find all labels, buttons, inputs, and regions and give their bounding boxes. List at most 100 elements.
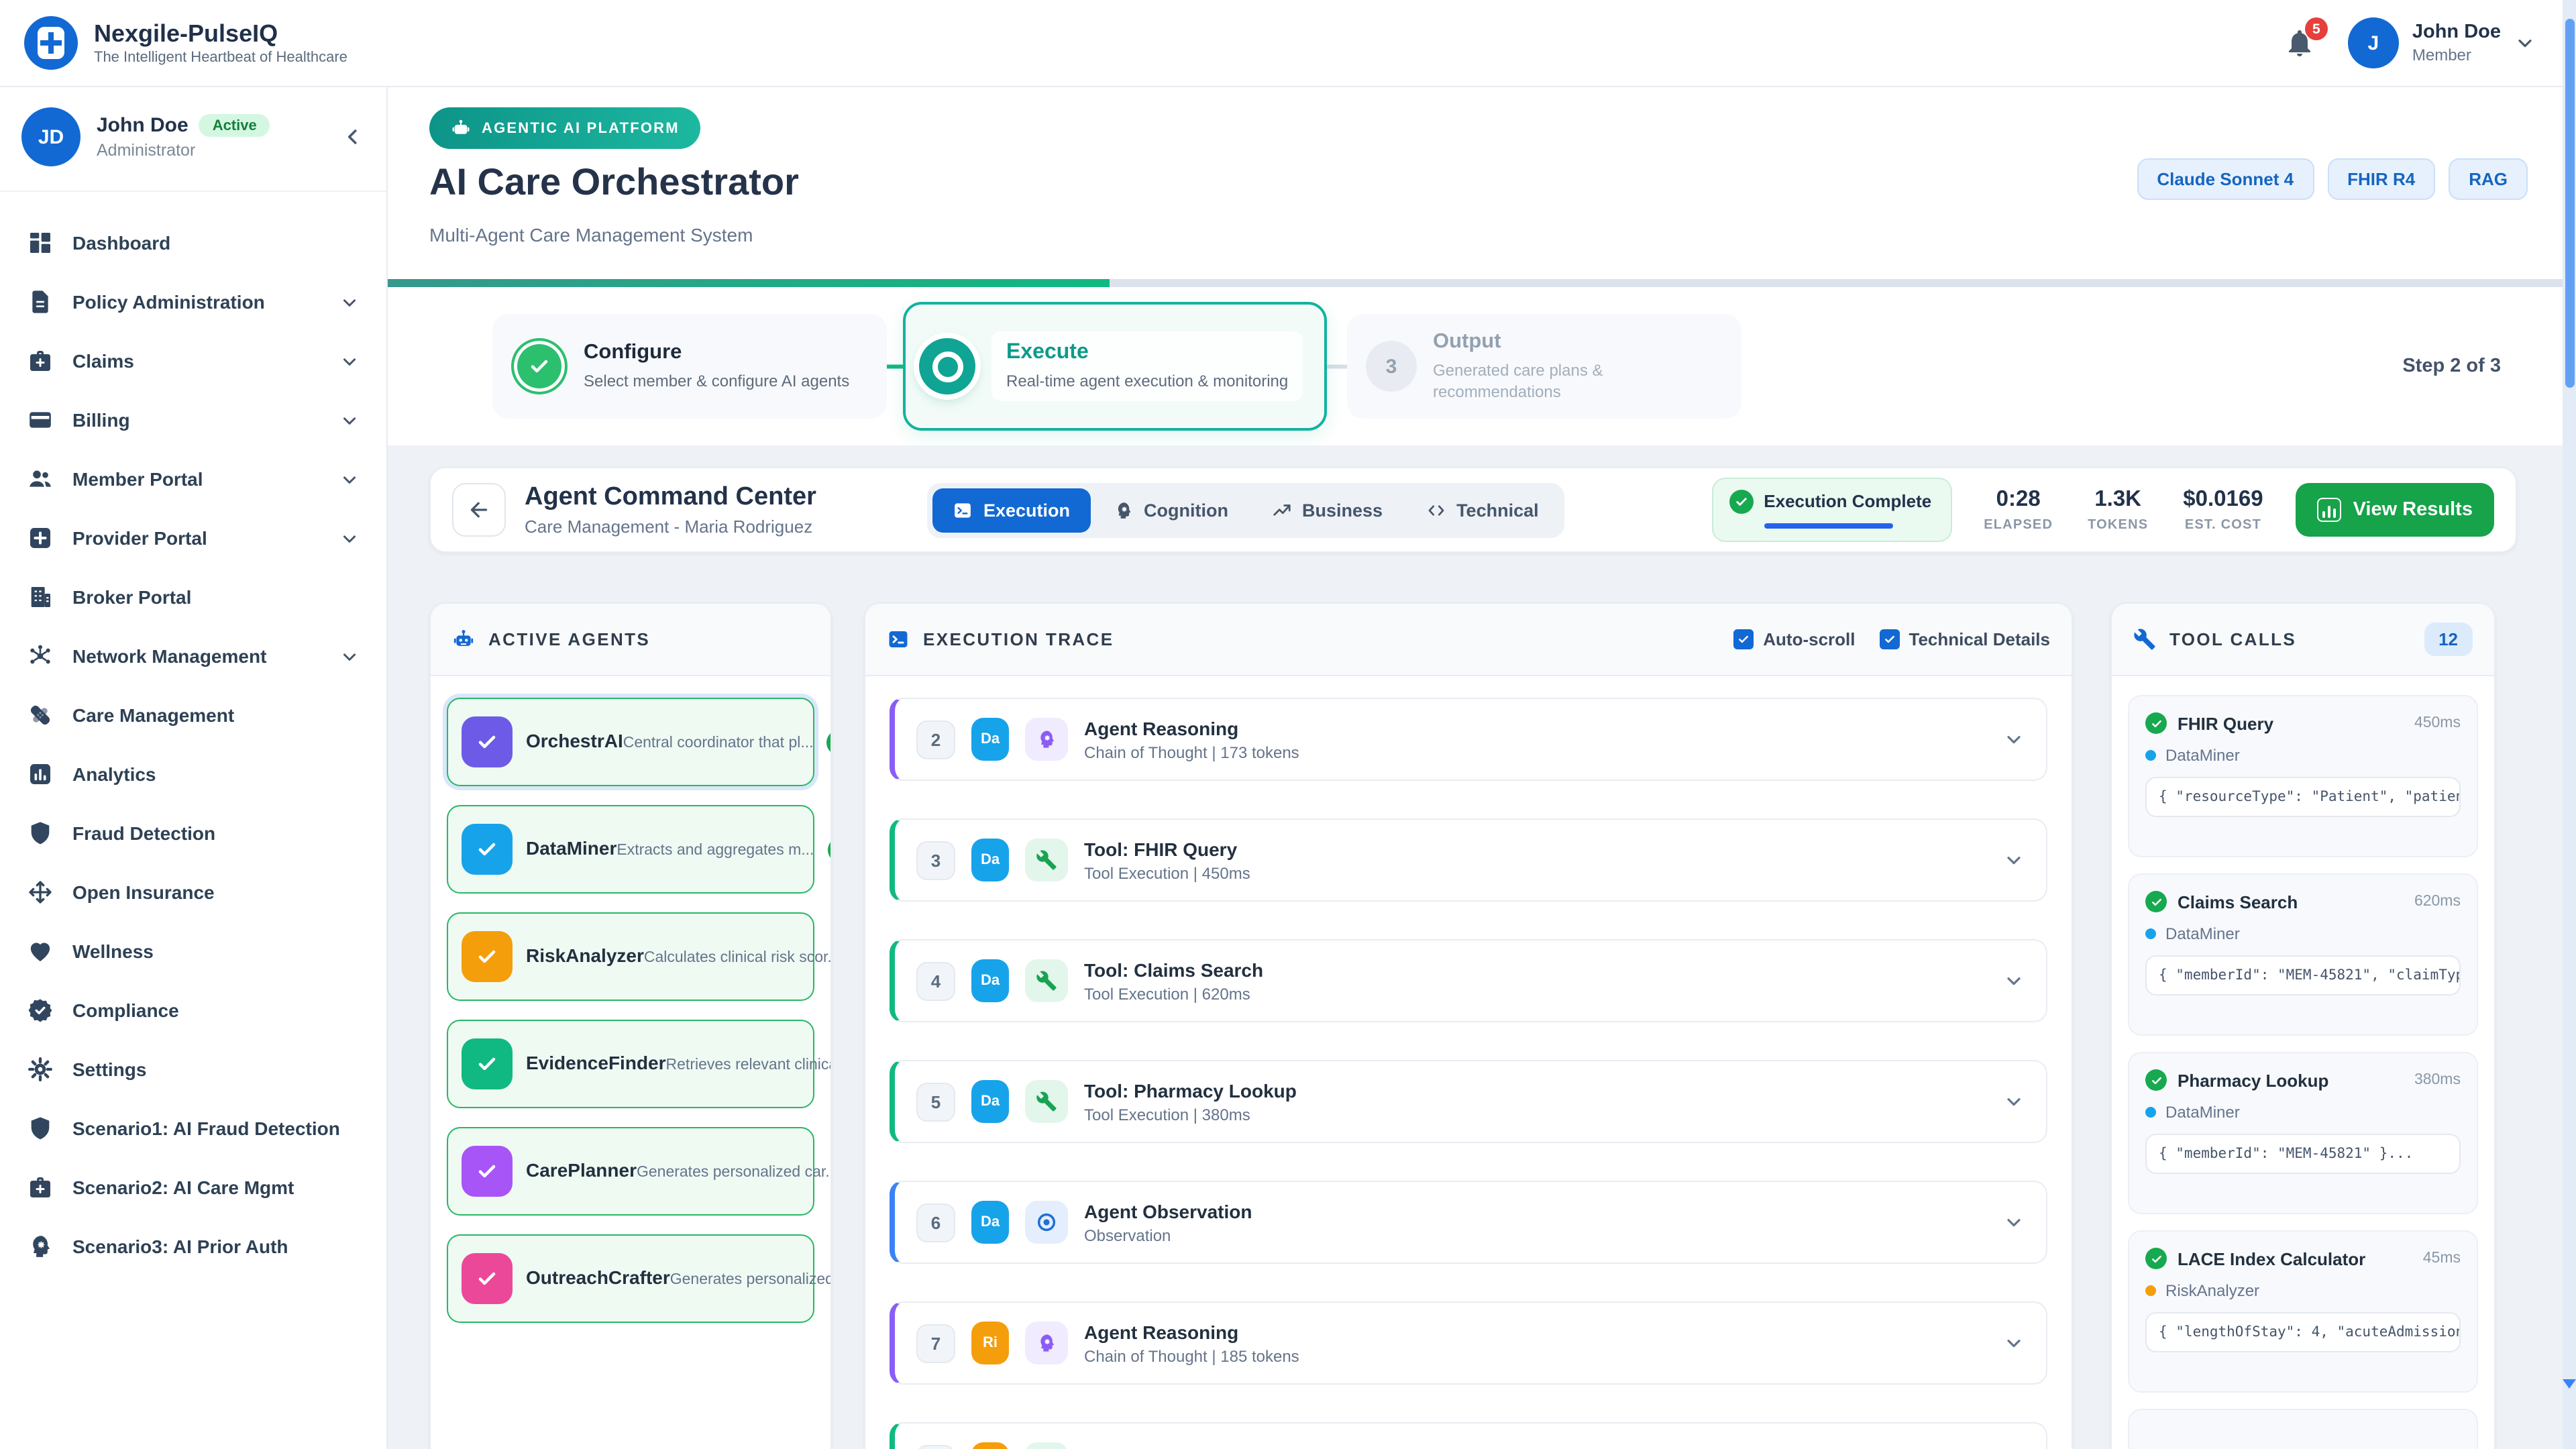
trace-row[interactable]: 5 Da Tool: Pharmacy LookupTool Execution… — [890, 1060, 2047, 1143]
tab-label: Execution — [983, 500, 1070, 520]
technical-details-checkbox[interactable]: Technical Details — [1880, 629, 2051, 649]
head-gear-icon — [27, 1233, 54, 1260]
step-number-badge: 3 — [916, 841, 955, 879]
sidebar-item-label: Network Management — [72, 645, 266, 667]
chevron-down-icon — [339, 292, 360, 312]
tool-call-card[interactable]: FHIR Query 450ms DataMiner { "resourceTy… — [2128, 695, 2478, 857]
trace-row-title: Tool: Pharmacy Lookup — [1084, 1079, 1297, 1101]
tool-call-duration: 450ms — [2414, 715, 2461, 731]
tool-call-card[interactable]: LACE Index Calculator 45ms RiskAnalyzer … — [2128, 1230, 2478, 1393]
tool-call-name: Claims Search — [2178, 892, 2298, 912]
agent-card-careplanner[interactable]: CarePlannerGenerates personalized car... — [447, 1127, 814, 1216]
sidebar-item-scenario2[interactable]: Scenario2: AI Care Mgmt — [0, 1158, 386, 1217]
sidebar-item-compliance[interactable]: Compliance — [0, 981, 386, 1040]
sidebar-item-claims[interactable]: Claims — [0, 331, 386, 390]
agent-badge: Da — [971, 1201, 1009, 1244]
tool-call-name: FHIR Query — [2178, 713, 2273, 733]
panel-title: ACTIVE AGENTS — [488, 629, 650, 649]
trace-row[interactable]: 3 Da Tool: FHIR QueryTool Execution | 45… — [890, 818, 2047, 902]
content-area: Agent Command Center Care Management - M… — [386, 445, 2576, 1449]
brand: Nexgile-PulseIQ The Intelligent Heartbea… — [24, 16, 347, 70]
execution-status-label: Execution Complete — [1764, 492, 1931, 512]
sidebar-item-fraud-detection[interactable]: Fraud Detection — [0, 804, 386, 863]
page-title: AI Care Orchestrator — [429, 161, 799, 204]
fhir-badge: FHIR R4 — [2327, 158, 2435, 200]
tool-call-card[interactable] — [2128, 1409, 2478, 1449]
agent-dot — [2145, 928, 2156, 939]
tab-execution[interactable]: Execution — [932, 488, 1090, 532]
sidebar-collapse-button[interactable] — [341, 125, 365, 149]
tool-call-card[interactable]: Pharmacy Lookup 380ms DataMiner { "membe… — [2128, 1052, 2478, 1214]
sidebar-item-member-portal[interactable]: Member Portal — [0, 449, 386, 508]
sidebar-item-broker-portal[interactable]: Broker Portal — [0, 568, 386, 627]
users-icon — [27, 466, 54, 492]
tab-business[interactable]: Business — [1251, 488, 1403, 532]
agent-name: DataMiner — [526, 837, 616, 859]
chevron-down-icon[interactable] — [2003, 970, 2025, 991]
sidebar-item-care-management[interactable]: Care Management — [0, 686, 386, 745]
sidebar-item-wellness[interactable]: Wellness — [0, 922, 386, 981]
agent-card-orchestrai[interactable]: OrchestrAICentral coordinator that pl... — [447, 698, 814, 786]
open-arrows-icon — [27, 879, 54, 906]
trace-row[interactable]: 7 Ri Agent ReasoningChain of Thought | 1… — [890, 1301, 2047, 1385]
chevron-down-icon[interactable] — [2003, 849, 2025, 871]
user-menu[interactable]: J John Doe Member — [2348, 17, 2536, 68]
network-icon — [27, 643, 54, 669]
sidebar-item-billing[interactable]: Billing — [0, 390, 386, 449]
tab-label: Business — [1302, 500, 1383, 520]
tab-cognition[interactable]: Cognition — [1093, 488, 1248, 532]
execution-status-badge: Execution Complete — [1711, 478, 1951, 543]
sidebar-item-settings[interactable]: Settings — [0, 1040, 386, 1099]
agent-check-icon — [462, 931, 513, 982]
agent-card-riskanalyzer[interactable]: RiskAnalyzerCalculates clinical risk sco… — [447, 912, 814, 1001]
sidebar-item-dashboard[interactable]: Dashboard — [0, 213, 386, 272]
notifications-button[interactable]: 5 — [2284, 27, 2316, 59]
agent-card-outreachcrafter[interactable]: OutreachCrafterGenerates personalized, c… — [447, 1234, 814, 1323]
agent-dot — [2145, 750, 2156, 761]
sidebar-item-scenario1[interactable]: Scenario1: AI Fraud Detection — [0, 1099, 386, 1158]
agent-check-icon — [462, 1146, 513, 1197]
main-area: AGENTIC AI PLATFORM AI Care Orchestrator… — [386, 86, 2576, 1449]
user-role: Member — [2412, 45, 2501, 64]
page-scrollbar[interactable] — [2563, 0, 2576, 1449]
scrollbar-down-arrow-icon[interactable] — [2563, 1379, 2576, 1389]
view-results-button[interactable]: View Results — [2296, 483, 2494, 537]
trace-row[interactable]: 2 Da Agent ReasoningChain of Thought | 1… — [890, 698, 2047, 781]
step-execute[interactable]: Execute Real-time agent execution & moni… — [903, 302, 1327, 431]
step-number-badge: 5 — [916, 1082, 955, 1121]
tool-call-card[interactable]: Claims Search 620ms DataMiner { "memberI… — [2128, 873, 2478, 1036]
agent-name: EvidenceFinder — [526, 1052, 666, 1073]
step-output[interactable]: 3 Output Generated care plans & recommen… — [1347, 314, 1741, 419]
agent-card-evidencefinder[interactable]: EvidenceFinderRetrieves relevant clinica… — [447, 1020, 814, 1108]
trace-row[interactable]: 8 Ri Tool: LACE Index Calculator — [890, 1422, 2047, 1449]
trace-row[interactable]: 4 Da Tool: Claims SearchTool Execution |… — [890, 939, 2047, 1022]
back-button[interactable] — [452, 483, 506, 537]
scrollbar-thumb[interactable] — [2565, 19, 2574, 388]
chevron-down-icon[interactable] — [2003, 1212, 2025, 1233]
chevron-down-icon[interactable] — [2003, 729, 2025, 750]
step-description: Select member & configure AI agents — [584, 370, 849, 392]
stat-value: $0.0169 — [2183, 487, 2263, 513]
sidebar-item-scenario3[interactable]: Scenario3: AI Prior Auth — [0, 1217, 386, 1276]
step-description: Generated care plans & recommendations — [1433, 360, 1668, 403]
sidebar-item-open-insurance[interactable]: Open Insurance — [0, 863, 386, 922]
sidebar-item-label: Dashboard — [72, 232, 170, 254]
sidebar-item-provider-portal[interactable]: Provider Portal — [0, 508, 386, 568]
chevron-down-icon[interactable] — [2003, 1091, 2025, 1112]
panel-title: EXECUTION TRACE — [923, 629, 1114, 649]
auto-scroll-checkbox[interactable]: Auto-scroll — [1733, 629, 1855, 649]
status-badge: Active — [199, 114, 270, 137]
agent-card-dataminer[interactable]: DataMinerExtracts and aggregates m... — [447, 805, 814, 894]
code-icon — [1426, 500, 1446, 520]
step-configure[interactable]: Configure Select member & configure AI a… — [492, 314, 887, 419]
sidebar-item-label: Policy Administration — [72, 291, 265, 313]
tab-technical[interactable]: Technical — [1405, 488, 1559, 532]
sidebar-item-policy-administration[interactable]: Policy Administration — [0, 272, 386, 331]
sidebar-item-network-management[interactable]: Network Management — [0, 627, 386, 686]
sidebar-item-analytics[interactable]: Analytics — [0, 745, 386, 804]
trace-row[interactable]: 6 Da Agent ObservationObservation — [890, 1181, 2047, 1264]
sidebar-item-label: Fraud Detection — [72, 822, 215, 844]
chevron-down-icon[interactable] — [2003, 1332, 2025, 1354]
sidebar-user-role: Administrator — [97, 141, 270, 160]
step-description: Real-time agent execution & monitoring — [1006, 370, 1288, 392]
